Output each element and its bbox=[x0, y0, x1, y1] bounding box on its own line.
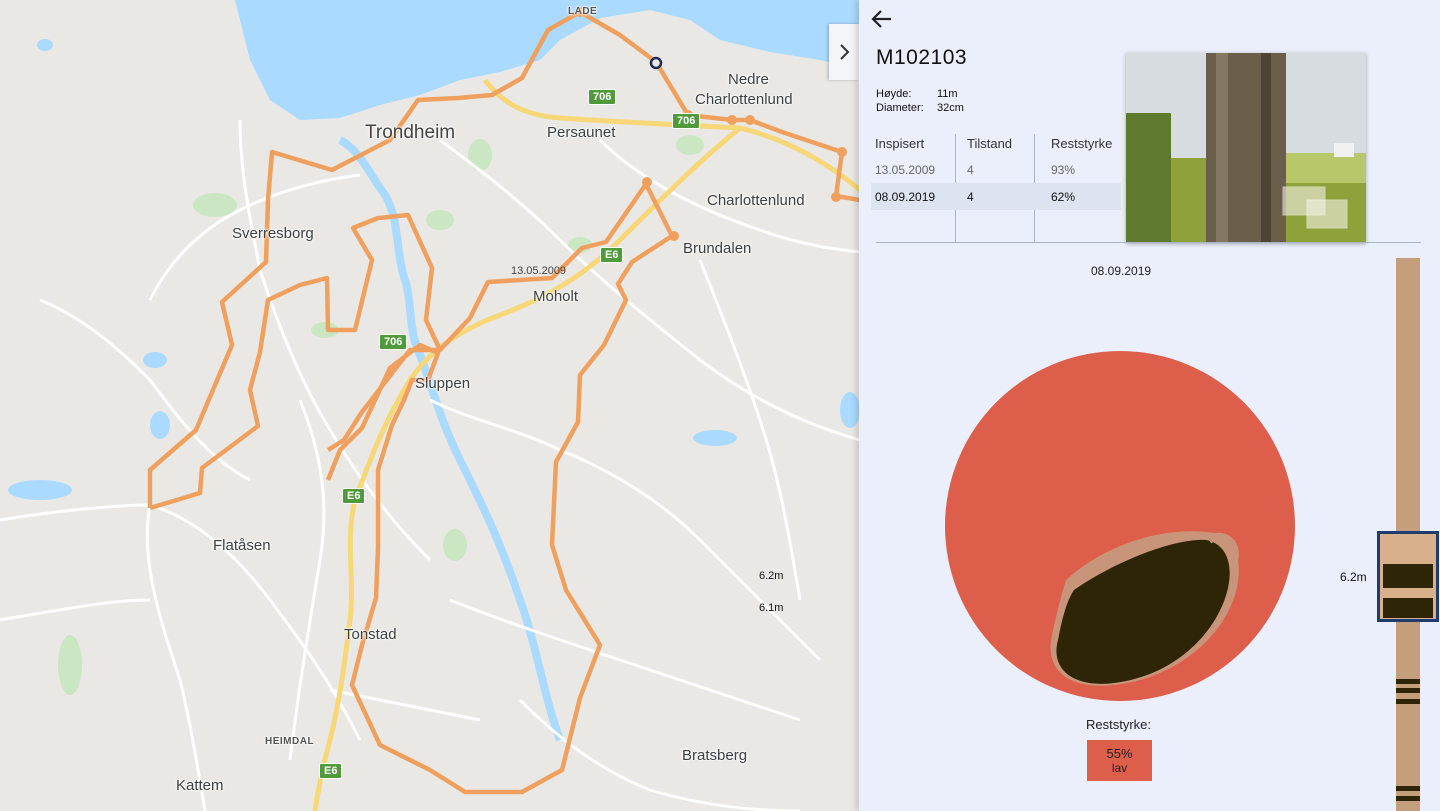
map-label-flatasen: Flatåsen bbox=[213, 537, 271, 554]
route-point[interactable] bbox=[837, 147, 847, 157]
chevron-right-icon bbox=[840, 44, 850, 60]
inspection-history-table: Inspisert Tilstand Reststyrke 13.05.2009… bbox=[871, 130, 1121, 210]
map-label-heimdal: HEIMDAL bbox=[265, 736, 315, 747]
park bbox=[426, 210, 454, 230]
lake bbox=[150, 411, 170, 439]
cell-strength: 62% bbox=[1047, 183, 1121, 210]
lake bbox=[143, 352, 167, 368]
pole-id-title: M102103 bbox=[876, 46, 968, 69]
map-label-trondheim: Trondheim bbox=[365, 122, 456, 143]
cell-date: 13.05.2009 bbox=[875, 162, 936, 177]
height-marker-label: 6.2m bbox=[1340, 570, 1367, 584]
column-header-inspected: Inspisert bbox=[875, 135, 925, 151]
damage-ring bbox=[1396, 786, 1420, 791]
map-label-charlottenlund: Charlottenlund bbox=[707, 192, 805, 209]
road-shield-706: 706 bbox=[588, 89, 617, 105]
map-label-persaunet: Persaunet bbox=[547, 124, 616, 141]
route-point[interactable] bbox=[669, 231, 679, 241]
pole-photo-image bbox=[1126, 53, 1366, 243]
pole-cross-section bbox=[944, 350, 1299, 710]
map-label-nedre: Nedre bbox=[728, 71, 769, 88]
pole-photo[interactable] bbox=[1126, 53, 1366, 243]
cell-date: 08.09.2019 bbox=[871, 183, 963, 210]
road-shield-e6: E6 bbox=[342, 488, 366, 504]
map-label-kattem: Kattem bbox=[176, 777, 224, 794]
map-date-label: 13.05.2009 bbox=[511, 265, 567, 277]
panel-toggle-button[interactable] bbox=[829, 24, 859, 80]
map-label-brundalen: Brundalen bbox=[683, 240, 752, 257]
column-header-state: Tilstand bbox=[967, 135, 1013, 151]
cell-state: 4 bbox=[963, 183, 1047, 210]
lake bbox=[37, 39, 53, 51]
lake bbox=[840, 392, 860, 428]
spec-height: Høyde: 11m bbox=[876, 88, 958, 100]
park bbox=[676, 135, 704, 155]
damage-ring bbox=[1396, 688, 1420, 693]
road-shield-e6: E6 bbox=[600, 247, 624, 263]
damage-ring bbox=[1396, 679, 1420, 684]
section-date: 08.09.2019 bbox=[1091, 264, 1152, 278]
cross-section-diagram bbox=[945, 351, 1295, 701]
route-point[interactable] bbox=[727, 115, 737, 125]
map-label-moholt: Moholt bbox=[533, 288, 579, 305]
route-point[interactable] bbox=[745, 115, 755, 125]
map-label-sluppen: Sluppen bbox=[415, 375, 471, 392]
road-shield-706: 706 bbox=[672, 113, 701, 129]
cell-state: 4 bbox=[967, 162, 974, 177]
cell-strength: 93% bbox=[1051, 162, 1076, 177]
damage-band bbox=[1383, 564, 1433, 588]
map-view[interactable]: LADE Trondheim Persaunet Nedre Charlotte… bbox=[0, 0, 860, 811]
park bbox=[468, 139, 492, 171]
map-label-charlottenlund-north: Charlottenlund bbox=[695, 91, 793, 108]
road-shield-706: 706 bbox=[379, 334, 408, 350]
park bbox=[58, 635, 82, 695]
column-header-strength: Reststyrke bbox=[1051, 135, 1113, 151]
lake bbox=[8, 480, 72, 500]
table-row-selected[interactable]: 08.09.2019 4 62% bbox=[871, 183, 1121, 210]
reststyrke-badge: 55% lav bbox=[1087, 740, 1152, 781]
reststyrke-value: 55% bbox=[1106, 746, 1133, 761]
park bbox=[443, 529, 467, 561]
damage-ring bbox=[1396, 699, 1420, 704]
height-slider-handle[interactable] bbox=[1377, 531, 1439, 622]
panel-divider bbox=[876, 242, 1421, 243]
pole-detail-panel: M102103 Høyde: 11m Diameter: 32cm Inspiser… bbox=[859, 0, 1440, 811]
damage-band bbox=[1383, 598, 1433, 618]
reststyrke-grade: lav bbox=[1111, 761, 1128, 775]
arrow-left-icon bbox=[871, 10, 891, 28]
map-height-label: 6.1m bbox=[759, 602, 784, 614]
map-label-lade: LADE bbox=[568, 6, 598, 17]
map-label-bratsberg: Bratsberg bbox=[682, 747, 748, 764]
route-point[interactable] bbox=[831, 192, 841, 202]
back-button[interactable] bbox=[871, 8, 893, 36]
map-label-tonstad: Tonstad bbox=[344, 626, 397, 643]
lake bbox=[693, 430, 737, 446]
road-shield-e6: E6 bbox=[319, 763, 343, 779]
route-point[interactable] bbox=[642, 177, 652, 187]
table-row[interactable]: 13.05.2009 4 93% bbox=[871, 156, 1121, 183]
damage-ring bbox=[1396, 796, 1420, 801]
reststyrke-title: Reststyrke: bbox=[1086, 717, 1152, 732]
selected-pole-marker[interactable] bbox=[649, 56, 663, 70]
spec-diameter: Diameter: 32cm bbox=[876, 102, 964, 114]
map-height-label: 6.2m bbox=[759, 570, 784, 582]
map-label-sverresborg: Sverresborg bbox=[232, 225, 314, 242]
